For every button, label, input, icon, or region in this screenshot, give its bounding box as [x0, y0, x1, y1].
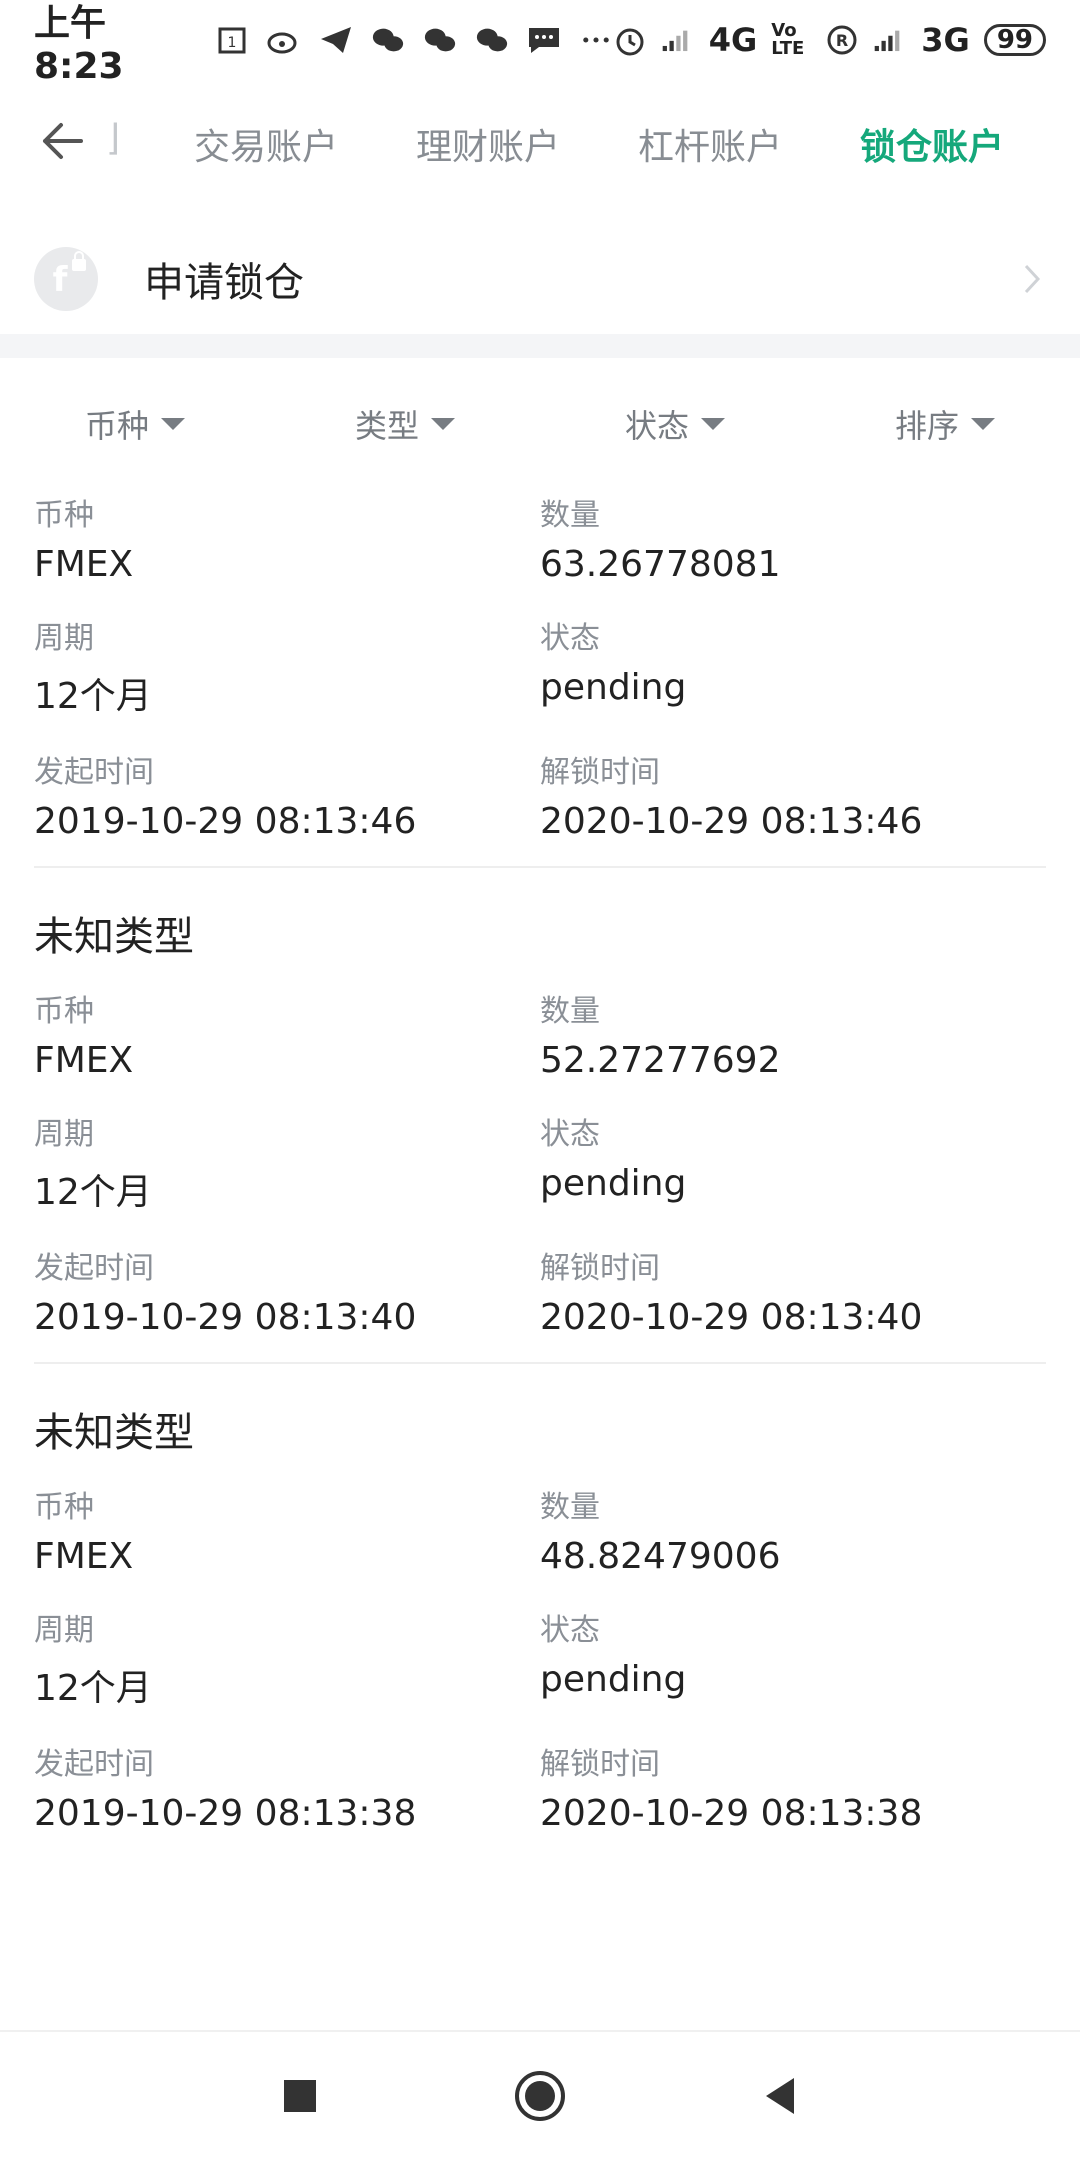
lock-coin-icon: f: [34, 247, 98, 311]
period-label: 周期: [34, 1117, 94, 1152]
weibo-icon: [267, 23, 301, 57]
tab-wealth-account[interactable]: 理财账户: [416, 118, 560, 170]
apply-lock-row[interactable]: f 申请锁仓: [0, 226, 1080, 332]
tab-lock-account[interactable]: 锁仓账户: [860, 118, 1004, 170]
status-value: pending: [540, 1659, 687, 1700]
unlock-time-label: 解锁时间: [540, 1251, 660, 1286]
section-divider: [0, 334, 1080, 358]
coin-value: FMEX: [34, 1536, 134, 1577]
network-3g: 3G: [921, 21, 970, 59]
status-value: pending: [540, 1163, 687, 1204]
status-time: 上午8:23: [34, 2, 124, 87]
amount-value: 48.82479006: [540, 1536, 781, 1577]
lock-record[interactable]: 未知类型 币种 FMEX 数量 52.27277692 周期 12个月 状态 pendi…: [34, 904, 1046, 1364]
tab-trading-account[interactable]: 交易账户: [194, 118, 338, 170]
period-value: 12个月: [34, 1172, 152, 1213]
filter-sort-label: 排序: [894, 407, 959, 445]
start-time-value: 2019-10-29 08:13:46: [34, 801, 417, 842]
caret-down-icon: [161, 418, 185, 430]
caret-down-icon: [431, 418, 455, 430]
filter-coin[interactable]: 币种: [0, 380, 270, 468]
start-time-label: 发起时间: [34, 1747, 154, 1782]
record-type-title: 未知类型: [34, 914, 194, 960]
unlock-time-value: 2020-10-29 08:13:38: [540, 1793, 923, 1834]
filter-type-label: 类型: [354, 407, 419, 445]
recents-button[interactable]: [270, 2066, 330, 2126]
account-tab-bar: ⌋ 交易账户 理财账户 杠杆账户 锁仓账户: [0, 100, 1080, 180]
filter-bar: 币种 类型 状态 排序: [0, 380, 1080, 468]
coin-value: FMEX: [34, 544, 134, 585]
start-time-label: 发起时间: [34, 1251, 154, 1286]
status-label: 状态: [540, 621, 600, 656]
coin-value: FMEX: [34, 1040, 134, 1081]
start-time-value: 2019-10-29 08:13:38: [34, 1793, 417, 1834]
start-time-value: 2019-10-29 08:13:40: [34, 1297, 417, 1338]
coin-label: 币种: [34, 1490, 94, 1525]
record-fields: 币种 FMEX 数量 52.27277692 周期 12个月 状态 pending 发起…: [34, 986, 1046, 1338]
svg-text:f: f: [53, 260, 69, 300]
filter-coin-label: 币种: [84, 407, 149, 445]
system-nav-bar: [0, 2030, 1080, 2160]
filter-type[interactable]: 类型: [270, 380, 540, 468]
chevron-right-icon: [1024, 264, 1041, 294]
home-button[interactable]: [510, 2066, 570, 2126]
record-fields: 币种 FMEX 数量 63.26778081 周期 12个月 状态 pending 发起…: [34, 490, 1046, 842]
unlock-time-label: 解锁时间: [540, 755, 660, 790]
more-icon: [579, 23, 613, 57]
filter-status-label: 状态: [624, 407, 689, 445]
filter-sort[interactable]: 排序: [810, 380, 1080, 468]
lock-record-list: 币种 FMEX 数量 63.26778081 周期 12个月 状态 pending 发起…: [34, 490, 1046, 1894]
circle-icon: [515, 2071, 565, 2121]
amount-label: 数量: [540, 994, 600, 1029]
tab-margin-account[interactable]: 杠杆账户: [638, 118, 782, 170]
period-value: 12个月: [34, 676, 152, 717]
network-4g: 4G: [708, 21, 758, 59]
period-label: 周期: [34, 1613, 94, 1648]
status-label: 状态: [540, 1117, 600, 1152]
status-label: 状态: [540, 1613, 600, 1648]
volte-label: Vo LTE: [771, 20, 805, 59]
back-button[interactable]: [36, 114, 90, 168]
wechat-icon: [475, 23, 509, 57]
period-value: 12个月: [34, 1668, 152, 1709]
signal-icon: [873, 23, 907, 57]
caret-down-icon: [971, 418, 995, 430]
amount-value: 52.27277692: [540, 1040, 781, 1081]
triangle-left-icon: [766, 2078, 794, 2114]
amount-label: 数量: [540, 498, 600, 533]
registered-icon: R: [825, 23, 859, 57]
record-type-title: 未知类型: [34, 1410, 194, 1456]
amount-label: 数量: [540, 1490, 600, 1525]
back-nav-button[interactable]: [750, 2066, 810, 2126]
coin-label: 币种: [34, 498, 94, 533]
apply-lock-label: 申请锁仓: [144, 260, 304, 306]
back-arrow-icon: [43, 123, 83, 159]
record-fields: 币种 FMEX 数量 48.82479006 周期 12个月 状态 pending 发起…: [34, 1482, 1046, 1834]
calendar-icon: 1: [216, 23, 249, 57]
message-icon: [527, 23, 561, 57]
amount-value: 63.26778081: [540, 544, 781, 585]
tab-partial-overflow[interactable]: ⌋: [106, 118, 120, 159]
start-time-label: 发起时间: [34, 755, 154, 790]
svg-text:1: 1: [228, 35, 237, 51]
caret-down-icon: [701, 418, 725, 430]
status-bar: 上午8:23 1 4G Vo LTE R 3G 99: [0, 0, 1080, 87]
battery-indicator: 99: [983, 24, 1046, 56]
wechat-icon: [371, 23, 405, 57]
filter-status[interactable]: 状态: [540, 380, 810, 468]
period-label: 周期: [34, 621, 94, 656]
alarm-icon: [613, 23, 647, 57]
unlock-time-value: 2020-10-29 08:13:46: [540, 801, 923, 842]
lock-record[interactable]: 未知类型 币种 FMEX 数量 48.82479006 周期 12个月 状态 pendi…: [34, 1400, 1046, 1858]
signal-icon: [661, 23, 695, 57]
status-value: pending: [540, 667, 687, 708]
lock-record[interactable]: 币种 FMEX 数量 63.26778081 周期 12个月 状态 pending 发起…: [34, 490, 1046, 868]
unlock-time-label: 解锁时间: [540, 1747, 660, 1782]
square-icon: [284, 2080, 316, 2112]
coin-label: 币种: [34, 994, 94, 1029]
wechat-icon: [423, 23, 457, 57]
telegram-icon: [319, 23, 353, 57]
unlock-time-value: 2020-10-29 08:13:40: [540, 1297, 923, 1338]
svg-text:R: R: [836, 31, 848, 50]
